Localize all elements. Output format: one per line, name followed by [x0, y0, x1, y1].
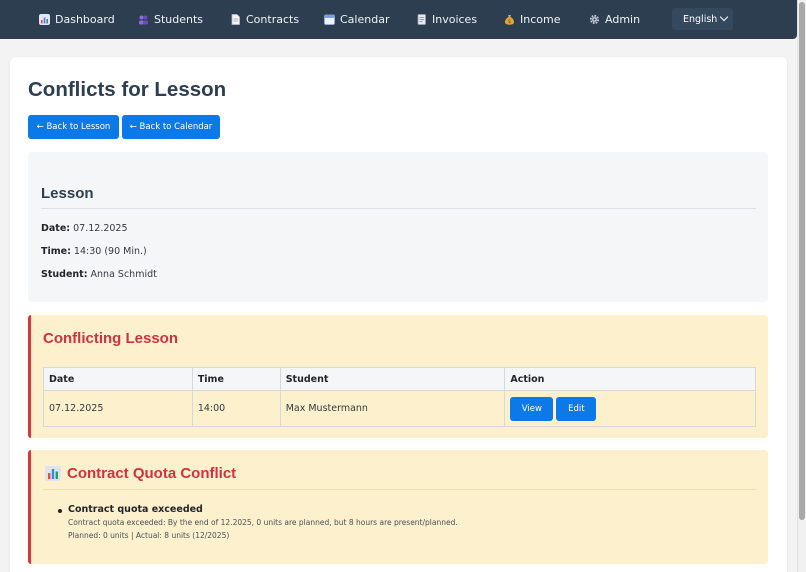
nav-calendar-label: Calendar: [340, 13, 390, 26]
page-scrollbar-thumb[interactable]: [799, 2, 805, 520]
cell-action: View Edit: [504, 390, 756, 427]
back-to-calendar-button[interactable]: ← Back to Calendar: [122, 115, 220, 139]
nav-students[interactable]: Students: [138, 0, 203, 39]
svg-text:$: $: [508, 19, 511, 25]
lesson-student-label: Student:: [41, 269, 88, 280]
column-header-time: Time: [191, 367, 281, 391]
lesson-date-value: 07.12.2025: [73, 223, 128, 234]
edit-button[interactable]: Edit: [556, 396, 597, 421]
nav-invoices-label: Invoices: [432, 13, 478, 26]
top-navbar: Dashboard Students Contracts Calendar In…: [0, 0, 797, 39]
column-header-action: Action: [504, 367, 756, 391]
conflicting-lesson-table: Date Time Student Action 07.12.2025 14:0…: [43, 367, 756, 427]
students-icon: [139, 15, 148, 25]
back-to-lesson-button[interactable]: ← Back to Lesson: [28, 115, 119, 139]
page-title: Conflicts for Lesson: [28, 78, 227, 101]
cell-student: Max Mustermann: [279, 390, 506, 427]
nav-contracts[interactable]: Contracts: [230, 0, 299, 39]
quota-item-detail: Contract quota exceeded: By the end of 1…: [68, 518, 458, 527]
language-select[interactable]: English: [672, 8, 733, 30]
nav-income-label: Income: [520, 13, 561, 26]
quota-conflict-heading: Contract Quota Conflict: [67, 465, 237, 482]
bar-chart-icon: [45, 466, 61, 481]
calendar-icon: [324, 14, 335, 25]
conflicting-lesson-heading: Conflicting Lesson: [43, 330, 178, 347]
cell-date: 07.12.2025: [43, 390, 193, 427]
cell-time: 14:00: [191, 390, 281, 427]
nav-invoices[interactable]: Invoices: [416, 0, 477, 39]
column-header-date: Date: [43, 367, 193, 391]
nav-admin-label: Admin: [605, 13, 641, 26]
table-row: 07.12.2025 14:00 Max Mustermann View Edit: [43, 390, 756, 427]
lesson-date-label: Date:: [41, 223, 71, 234]
lesson-student-value: Anna Schmidt: [90, 269, 157, 280]
chart-icon: [39, 14, 50, 25]
nav-admin[interactable]: Admin: [589, 0, 640, 39]
lesson-time-label: Time:: [41, 246, 71, 257]
quota-item-title: Contract quota exceeded: [68, 504, 203, 515]
nav-dashboard-label: Dashboard: [55, 13, 115, 26]
lesson-time-value: 14:30 (90 Min.): [73, 246, 147, 257]
invoice-icon: [417, 14, 426, 25]
nav-dashboard[interactable]: Dashboard: [39, 0, 115, 39]
money-bag-icon: $: [505, 15, 514, 25]
quota-item-summary: Planned: 0 units | Actual: 8 units (12/2…: [68, 531, 230, 540]
lesson-time: Time: 14:30 (90 Min.): [41, 246, 147, 257]
lesson-heading: Lesson: [41, 185, 94, 202]
column-header-student: Student: [279, 367, 506, 391]
quota-divider: [43, 489, 756, 490]
nav-students-label: Students: [154, 13, 204, 26]
list-bullet: [58, 509, 62, 513]
language-select-value: English: [683, 13, 718, 25]
view-button[interactable]: View: [510, 396, 554, 421]
lesson-divider: [41, 208, 756, 209]
table-header-row: Date Time Student Action: [43, 367, 756, 391]
lesson-date: Date: 07.12.2025: [41, 223, 128, 234]
lesson-student: Student: Anna Schmidt: [41, 269, 157, 280]
gear-icon: [589, 14, 600, 25]
chevron-down-icon: [719, 12, 729, 22]
nav-contracts-label: Contracts: [246, 13, 300, 26]
nav-calendar[interactable]: Calendar: [324, 0, 389, 39]
document-icon: [231, 14, 240, 25]
nav-income[interactable]: $ Income: [504, 0, 560, 39]
